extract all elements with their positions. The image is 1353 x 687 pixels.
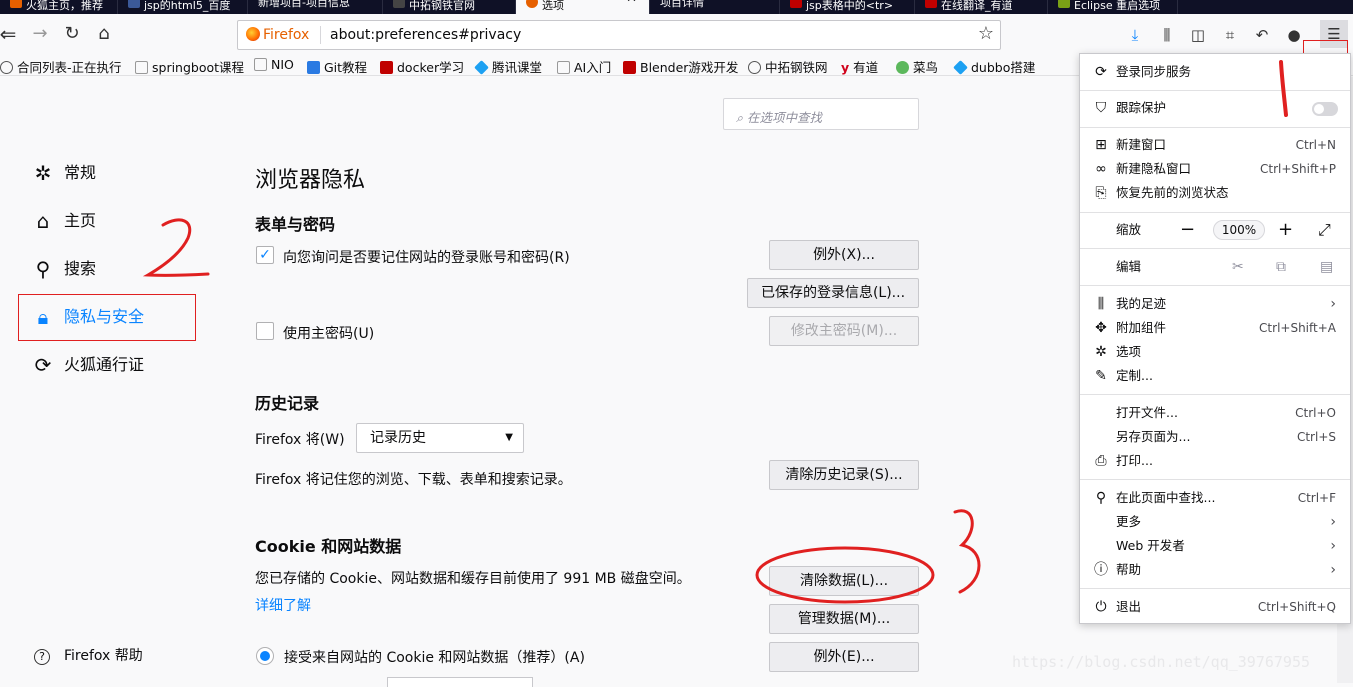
annotation-mark-2	[142, 218, 210, 277]
annotation-circle-clear-data	[755, 546, 935, 604]
annotation-mark-3	[953, 509, 981, 594]
annotation-mark-1	[1279, 60, 1288, 117]
annotation-overlay	[142, 60, 1288, 604]
